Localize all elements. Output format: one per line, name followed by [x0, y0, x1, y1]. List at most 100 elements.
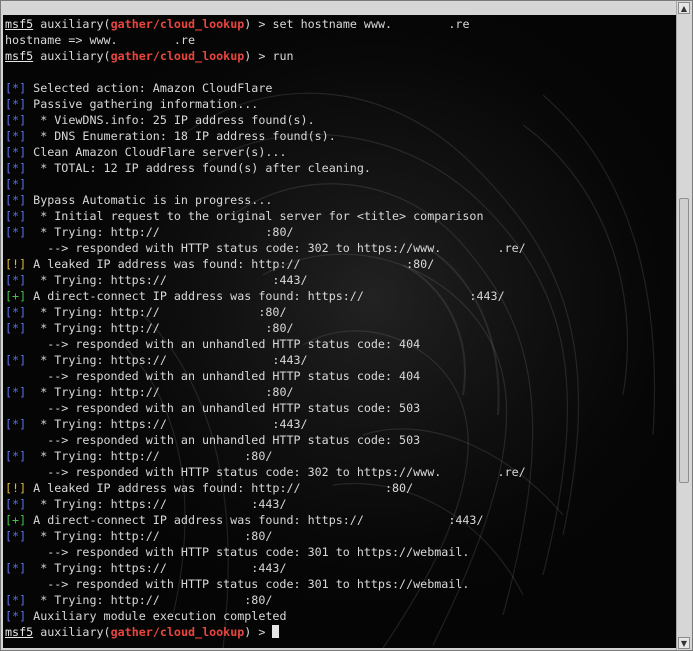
status-text: Selected action: Amazon CloudFlare — [26, 81, 273, 95]
status-text: Passive gathering information... — [26, 97, 259, 111]
status-line: [+] A direct-connect IP address was foun… — [5, 288, 677, 304]
output-text: --> responded with HTTP status code: 302… — [5, 241, 526, 255]
status-tag: [*] — [5, 593, 27, 607]
prompt-msf: msf5 — [5, 49, 34, 63]
arrow-down-icon[interactable]: ▼ — [678, 637, 690, 649]
status-tag: [*] — [5, 209, 27, 223]
status-tag: [*] — [5, 321, 27, 335]
status-line: [*] * Trying: http:// :80/ — [5, 448, 677, 464]
status-text: * Trying: http:// :80/ — [26, 321, 294, 335]
status-tag: [*] — [5, 353, 27, 367]
status-text: * Trying: http:// :80/ — [26, 593, 273, 607]
status-text: * Trying: https:// :443/ — [26, 417, 308, 431]
status-line: [!] A leaked IP address was found: http:… — [5, 480, 677, 496]
prompt-command: > run — [251, 49, 294, 63]
status-line: [*] * Trying: http:// :80/ — [5, 224, 677, 240]
status-tag: [*] — [5, 161, 27, 175]
prompt-module: gather/cloud_lookup — [110, 49, 245, 63]
output-line: --> responded with an unhandled HTTP sta… — [5, 336, 677, 352]
output-text: --> responded with HTTP status code: 302… — [5, 465, 526, 479]
status-text: A leaked IP address was found: http:// :… — [26, 481, 414, 495]
status-text: * Trying: https:// :443/ — [26, 497, 287, 511]
scrollbar-track[interactable] — [679, 15, 689, 635]
prompt-module: gather/cloud_lookup — [110, 17, 245, 31]
status-line: [*] Selected action: Amazon CloudFlare — [5, 80, 677, 96]
status-line: [*] * TOTAL: 12 IP address found(s) afte… — [5, 160, 677, 176]
scrollbar-thumb[interactable] — [679, 198, 689, 483]
status-tag: [*] — [5, 529, 27, 543]
status-line: [*] Bypass Automatic is in progress... — [5, 192, 677, 208]
status-tag: [*] — [5, 305, 27, 319]
status-line: [+] A direct-connect IP address was foun… — [5, 512, 677, 528]
output-line: --> responded with HTTP status code: 301… — [5, 576, 677, 592]
status-line: [*] * Trying: http:// :80/ — [5, 528, 677, 544]
prompt-module: gather/cloud_lookup — [110, 625, 245, 639]
status-text: * Trying: http:// :80/ — [26, 385, 294, 399]
output-text: --> responded with an unhandled HTTP sta… — [5, 337, 421, 351]
prompt-word: auxiliary — [40, 625, 104, 639]
status-tag: [*] — [5, 561, 27, 575]
status-tag: [*] — [5, 81, 27, 95]
output-text: --> responded with HTTP status code: 301… — [5, 577, 470, 591]
status-line: [*] * Trying: https:// :443/ — [5, 416, 677, 432]
text-cursor — [272, 625, 280, 638]
window-top-strip — [1, 1, 679, 15]
status-line: [*] * Trying: https:// :443/ — [5, 272, 677, 288]
status-tag: [+] — [5, 289, 27, 303]
status-tag: [+] — [5, 513, 27, 527]
status-text: * Trying: https:// :443/ — [26, 273, 308, 287]
status-tag: [!] — [5, 481, 27, 495]
output-line: hostname => www. .re — [5, 32, 677, 48]
status-text: * Initial request to the original server… — [26, 209, 484, 223]
prompt-command: > — [251, 625, 273, 639]
status-line: [*] * Trying: https:// :443/ — [5, 352, 677, 368]
status-tag: [!] — [5, 257, 27, 271]
output-line: --> responded with HTTP status code: 301… — [5, 544, 677, 560]
prompt-line: msf5 auxiliary(gather/cloud_lookup) > se… — [5, 17, 470, 31]
output-line: --> responded with an unhandled HTTP sta… — [5, 400, 677, 416]
prompt-line: msf5 auxiliary(gather/cloud_lookup) > ru… — [5, 49, 294, 63]
status-text: * TOTAL: 12 IP address found(s) after cl… — [26, 161, 371, 175]
status-tag: [*] — [5, 449, 27, 463]
status-line: [*] — [5, 176, 677, 192]
status-tag: [*] — [5, 417, 27, 431]
prompt-command: > set hostname www. .re — [251, 17, 470, 31]
output-line: --> responded with HTTP status code: 302… — [5, 240, 677, 256]
status-tag: [*] — [5, 225, 27, 239]
status-line: [*] * Trying: https:// :443/ — [5, 560, 677, 576]
status-tag: [*] — [5, 145, 27, 159]
status-line: [*] * Trying: http:// :80/ — [5, 304, 677, 320]
status-text: * ViewDNS.info: 25 IP address found(s). — [26, 113, 315, 127]
status-text: Clean Amazon CloudFlare server(s)... — [26, 145, 287, 159]
output-text: hostname => www. .re — [5, 33, 195, 47]
prompt-line: msf5 auxiliary(gather/cloud_lookup) > — [5, 624, 677, 640]
status-tag: [*] — [5, 193, 27, 207]
prompt-msf: msf5 — [5, 17, 34, 31]
output-text: --> responded with an unhandled HTTP sta… — [5, 401, 421, 415]
status-line: [*] * Trying: http:// :80/ — [5, 384, 677, 400]
status-text: Bypass Automatic is in progress... — [26, 193, 273, 207]
terminal-output-area[interactable]: msf5 auxiliary(gather/cloud_lookup) > se… — [3, 15, 677, 648]
status-text: * Trying: http:// :80/ — [26, 305, 287, 319]
prompt-msf: msf5 — [5, 625, 34, 639]
output-line: --> responded with an unhandled HTTP sta… — [5, 368, 677, 384]
status-tag: [*] — [5, 177, 27, 191]
vertical-scrollbar[interactable]: ▲ ▼ — [676, 1, 691, 650]
status-text: * DNS Enumeration: 18 IP address found(s… — [26, 129, 336, 143]
status-tag: [*] — [5, 129, 27, 143]
terminal-lines: msf5 auxiliary(gather/cloud_lookup) > se… — [5, 16, 677, 640]
status-text: * Trying: https:// :443/ — [26, 353, 308, 367]
output-line: --> responded with HTTP status code: 302… — [5, 464, 677, 480]
status-line: [*] * Initial request to the original se… — [5, 208, 677, 224]
status-text: * Trying: https:// :443/ — [26, 561, 287, 575]
prompt-word: auxiliary — [40, 49, 104, 63]
status-text: * Trying: http:// :80/ — [26, 225, 294, 239]
terminal-window: msf5 auxiliary(gather/cloud_lookup) > se… — [0, 0, 693, 651]
arrow-up-icon[interactable]: ▲ — [678, 2, 690, 14]
status-text: A leaked IP address was found: http:// :… — [26, 257, 435, 271]
status-line: [*] * Trying: http:// :80/ — [5, 320, 677, 336]
output-text: --> responded with an unhandled HTTP sta… — [5, 433, 421, 447]
status-line: [*] Passive gathering information... — [5, 96, 677, 112]
status-line: [*] * DNS Enumeration: 18 IP address fou… — [5, 128, 677, 144]
